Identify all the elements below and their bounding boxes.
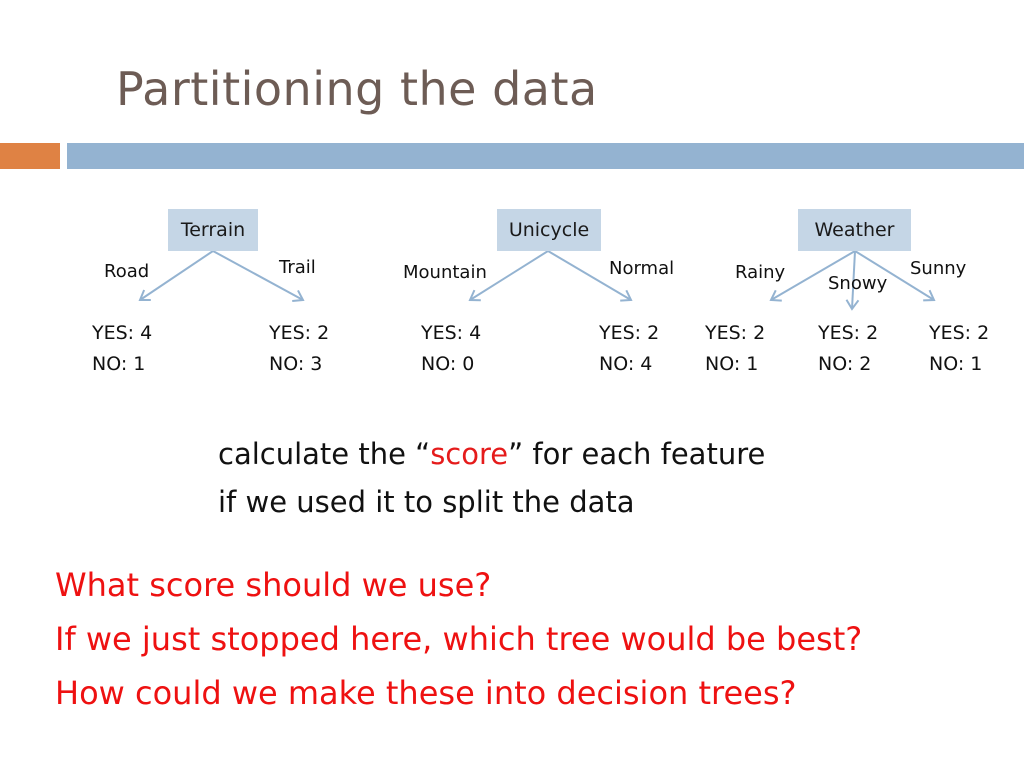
no-count: NO: 1	[705, 353, 759, 375]
no-count: NO: 1	[92, 353, 146, 375]
leaf-counts-snowy: YES: 2 NO: 2	[818, 318, 878, 380]
yes-count: YES: 2	[269, 322, 330, 344]
instruction-line-2: if we used it to split the data	[218, 485, 635, 519]
leaf-counts-normal: YES: 2 NO: 4	[599, 318, 659, 380]
yes-count: YES: 4	[92, 322, 153, 344]
yes-count: YES: 2	[929, 322, 990, 344]
yes-count: YES: 2	[705, 322, 766, 344]
slide-title: Partitioning the data	[116, 62, 598, 116]
branch-label-trail: Trail	[279, 257, 316, 278]
yes-count: YES: 2	[818, 322, 879, 344]
node-weather: Weather	[798, 209, 911, 251]
branch-label-mountain: Mountain	[403, 262, 487, 283]
node-unicycle: Unicycle	[497, 209, 601, 251]
leaf-counts-trail: YES: 2 NO: 3	[269, 318, 329, 380]
leaf-counts-sunny: YES: 2 NO: 1	[929, 318, 989, 380]
yes-count: YES: 4	[421, 322, 482, 344]
branch-label-normal: Normal	[609, 258, 675, 279]
instruction-suffix: ” for each feature	[508, 437, 766, 471]
branch-label-sunny: Sunny	[910, 258, 967, 279]
question-item: If we just stopped here, which tree woul…	[55, 620, 863, 658]
question-item: What score should we use?	[55, 566, 492, 604]
branch-label-road: Road	[104, 261, 150, 282]
question-item: How could we make these into decision tr…	[55, 674, 797, 712]
no-count: NO: 2	[818, 353, 872, 375]
accent-bar-blue	[67, 143, 1024, 169]
no-count: NO: 1	[929, 353, 983, 375]
accent-bar-orange	[0, 143, 60, 169]
leaf-counts-road: YES: 4 NO: 1	[92, 318, 152, 380]
no-count: NO: 0	[421, 353, 475, 375]
instruction-text: calculate the “score” for each feature i…	[218, 430, 765, 526]
arrow-terrain-road	[138, 250, 214, 302]
questions-list: What score should we use? If we just sto…	[55, 558, 862, 720]
leaf-counts-rainy: YES: 2 NO: 1	[705, 318, 765, 380]
no-count: NO: 3	[269, 353, 323, 375]
branch-label-snowy: Snowy	[828, 273, 888, 294]
no-count: NO: 4	[599, 353, 653, 375]
instruction-prefix: calculate the “	[218, 437, 431, 471]
score-highlight: score	[430, 437, 509, 471]
branch-label-rainy: Rainy	[735, 262, 786, 283]
leaf-counts-mountain: YES: 4 NO: 0	[421, 318, 481, 380]
node-terrain: Terrain	[168, 209, 258, 251]
yes-count: YES: 2	[599, 322, 660, 344]
instruction-line-1: calculate the “score” for each feature	[218, 430, 765, 478]
